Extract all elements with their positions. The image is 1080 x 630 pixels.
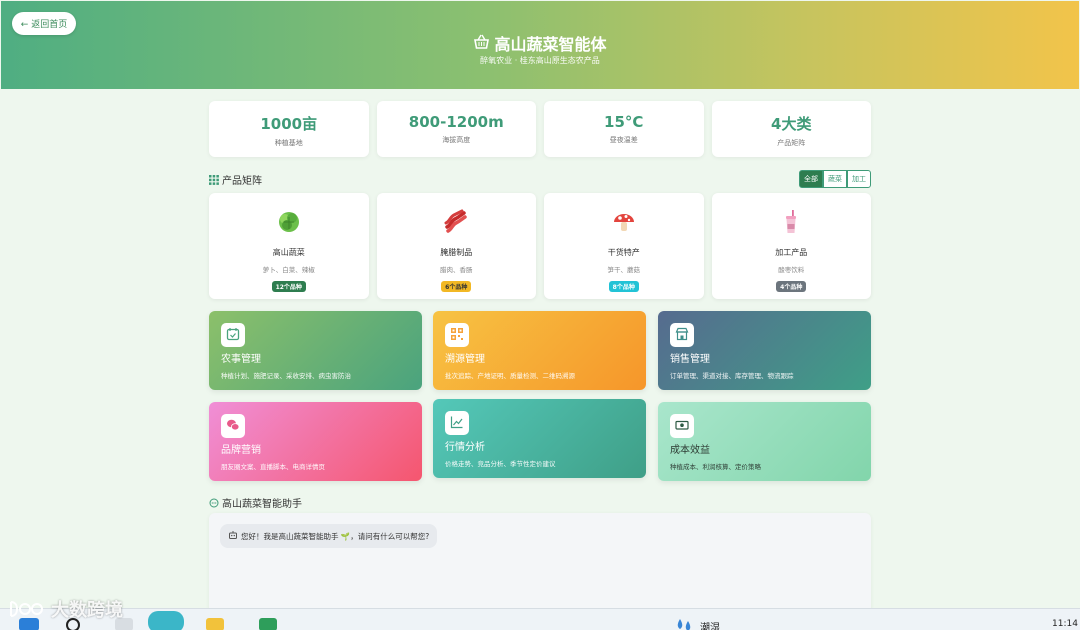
stat-label: 海拔高度 bbox=[442, 136, 471, 144]
product-card[interactable]: 高山蔬菜 萝卜、白菜、辣椒 12个品种 bbox=[209, 193, 369, 299]
page-title: 高山蔬菜智能体 bbox=[494, 35, 607, 54]
module-desc: 订单管理、渠道对接、库存管理、物流跟踪 bbox=[670, 372, 794, 380]
chart-line-icon bbox=[450, 414, 464, 433]
product-card[interactable]: 加工产品 酸枣饮料 4个品种 bbox=[711, 193, 871, 299]
product-badge: 6个品种 bbox=[441, 281, 472, 292]
watermark-logo: 大数跨境 bbox=[8, 596, 123, 622]
store-icon bbox=[675, 326, 689, 345]
module-title: 销售管理 bbox=[670, 354, 710, 365]
product-badge: 8个品种 bbox=[608, 281, 639, 292]
product-name: 腌腊制品 bbox=[440, 248, 473, 257]
stat-label: 种植基地 bbox=[274, 139, 303, 147]
stat-value: 4大类 bbox=[771, 115, 812, 133]
module-desc: 批次追踪、产地证明、质量检测、二维码溯源 bbox=[445, 372, 575, 380]
filter-processed-button[interactable]: 加工 bbox=[847, 170, 871, 188]
module-sales[interactable]: 销售管理 订单管理、渠道对接、库存管理、物流跟踪 bbox=[658, 311, 871, 390]
page-subtitle: 醉氧农业 · 桂东高山原生态农产品 bbox=[480, 56, 600, 65]
mushroom-icon bbox=[611, 209, 637, 239]
module-title: 溯源管理 bbox=[445, 354, 485, 365]
assistant-message: 您好！我是高山蔬菜智能助手 🌱，请问有什么可以帮您? bbox=[220, 524, 438, 548]
module-title: 成本效益 bbox=[670, 445, 710, 456]
stat-value: 800-1200m bbox=[408, 113, 504, 131]
wechat-icon bbox=[226, 417, 240, 436]
chat-bubble-icon bbox=[209, 493, 219, 512]
stat-card-altitude: 800-1200m 海拔高度 bbox=[376, 101, 536, 157]
bacon-icon bbox=[443, 209, 469, 239]
droplet-icon bbox=[675, 618, 695, 630]
module-desc: 种植成本、利润核算、定价策略 bbox=[670, 463, 761, 471]
browser-icon[interactable] bbox=[148, 611, 184, 630]
module-farming[interactable]: 农事管理 种植计划、施肥记录、采收安排、病虫害防治 bbox=[209, 311, 422, 390]
taskbar-clock: 11:14 bbox=[1052, 619, 1078, 629]
product-filter-group: 全部 蔬菜 加工 bbox=[799, 170, 871, 188]
product-desc: 笋干、蘑菇 bbox=[607, 266, 641, 274]
stat-value: 15°C bbox=[604, 113, 644, 131]
basket-icon bbox=[473, 34, 490, 53]
stat-card-area: 1000亩 种植基地 bbox=[209, 101, 369, 157]
stat-value: 1000亩 bbox=[260, 115, 318, 133]
robot-icon bbox=[228, 530, 238, 542]
module-desc: 价格走势、竞品分析、季节性定价建议 bbox=[445, 460, 556, 468]
product-badge: 4个品种 bbox=[776, 281, 807, 292]
section-title: 产品矩阵 bbox=[222, 175, 262, 187]
weather-text: 潮湿 bbox=[700, 623, 720, 630]
qrcode-icon bbox=[450, 326, 464, 345]
module-title: 品牌营销 bbox=[221, 445, 261, 456]
product-name: 加工产品 bbox=[775, 248, 808, 257]
product-name: 高山蔬菜 bbox=[272, 248, 305, 257]
stat-card-temperature: 15°C 昼夜温差 bbox=[544, 101, 704, 157]
product-desc: 腊肉、香肠 bbox=[440, 266, 473, 274]
os-taskbar bbox=[0, 608, 1080, 630]
assistant-message-text: 您好！我是高山蔬菜智能助手 🌱，请问有什么可以帮您? bbox=[241, 531, 430, 541]
app-icon[interactable] bbox=[259, 618, 277, 630]
product-badge: 12个品种 bbox=[271, 281, 306, 292]
module-desc: 朋友圈文案、直播脚本、电商详情页 bbox=[221, 463, 325, 471]
product-section-header: 产品矩阵 全部 蔬菜 加工 bbox=[209, 170, 871, 189]
product-grid: 高山蔬菜 萝卜、白菜、辣椒 12个品种 腌腊制品 腊肉、香肠 6个品种 干货特产… bbox=[209, 193, 871, 299]
back-button-label: ← 返回首页 bbox=[20, 20, 68, 30]
module-branding[interactable]: 品牌营销 朋友圈文案、直播脚本、电商详情页 bbox=[209, 402, 422, 481]
stats-row: 1000亩 种植基地 800-1200m 海拔高度 15°C 昼夜温差 4大类 … bbox=[209, 101, 871, 157]
drink-cup-icon bbox=[778, 209, 804, 239]
lettuce-icon bbox=[276, 209, 302, 239]
module-traceability[interactable]: 溯源管理 批次追踪、产地证明、质量检测、二维码溯源 bbox=[433, 311, 646, 390]
module-title: 农事管理 bbox=[221, 354, 261, 365]
product-desc: 酸枣饮料 bbox=[778, 266, 805, 274]
stat-label: 昼夜温差 bbox=[609, 136, 638, 144]
cash-icon bbox=[675, 417, 689, 436]
module-desc: 种植计划、施肥记录、采收安排、病虫害防治 bbox=[221, 372, 351, 380]
weather-widget[interactable]: 潮湿 bbox=[675, 618, 720, 630]
module-cost-benefit[interactable]: 成本效益 种植成本、利润核算、定价策略 bbox=[658, 402, 871, 481]
folder-icon[interactable] bbox=[206, 618, 224, 630]
stat-label: 产品矩阵 bbox=[777, 139, 806, 147]
filter-vegetable-button[interactable]: 蔬菜 bbox=[823, 170, 847, 188]
chat-section-header: 高山蔬菜智能助手 bbox=[209, 493, 302, 512]
product-card[interactable]: 干货特产 笋干、蘑菇 8个品种 bbox=[544, 193, 704, 299]
chat-title: 高山蔬菜智能助手 bbox=[222, 499, 302, 510]
stat-card-products: 4大类 产品矩阵 bbox=[711, 101, 871, 157]
calendar-check-icon bbox=[226, 326, 240, 345]
module-title: 行情分析 bbox=[445, 442, 485, 453]
product-desc: 萝卜、白菜、辣椒 bbox=[262, 266, 315, 274]
product-card[interactable]: 腌腊制品 腊肉、香肠 6个品种 bbox=[376, 193, 536, 299]
watermark-text: 大数跨境 bbox=[51, 600, 123, 621]
module-market-analysis[interactable]: 行情分析 价格走势、竞品分析、季节性定价建议 bbox=[433, 399, 646, 478]
chat-panel[interactable]: 您好！我是高山蔬菜智能助手 🌱，请问有什么可以帮您? bbox=[209, 513, 871, 613]
filter-all-button[interactable]: 全部 bbox=[799, 170, 823, 188]
page-header: ← 返回首页 高山蔬菜智能体 醉氧农业 · 桂东高山原生态农产品 bbox=[1, 1, 1079, 89]
product-name: 干货特产 bbox=[607, 248, 640, 257]
grid-icon bbox=[209, 170, 219, 189]
